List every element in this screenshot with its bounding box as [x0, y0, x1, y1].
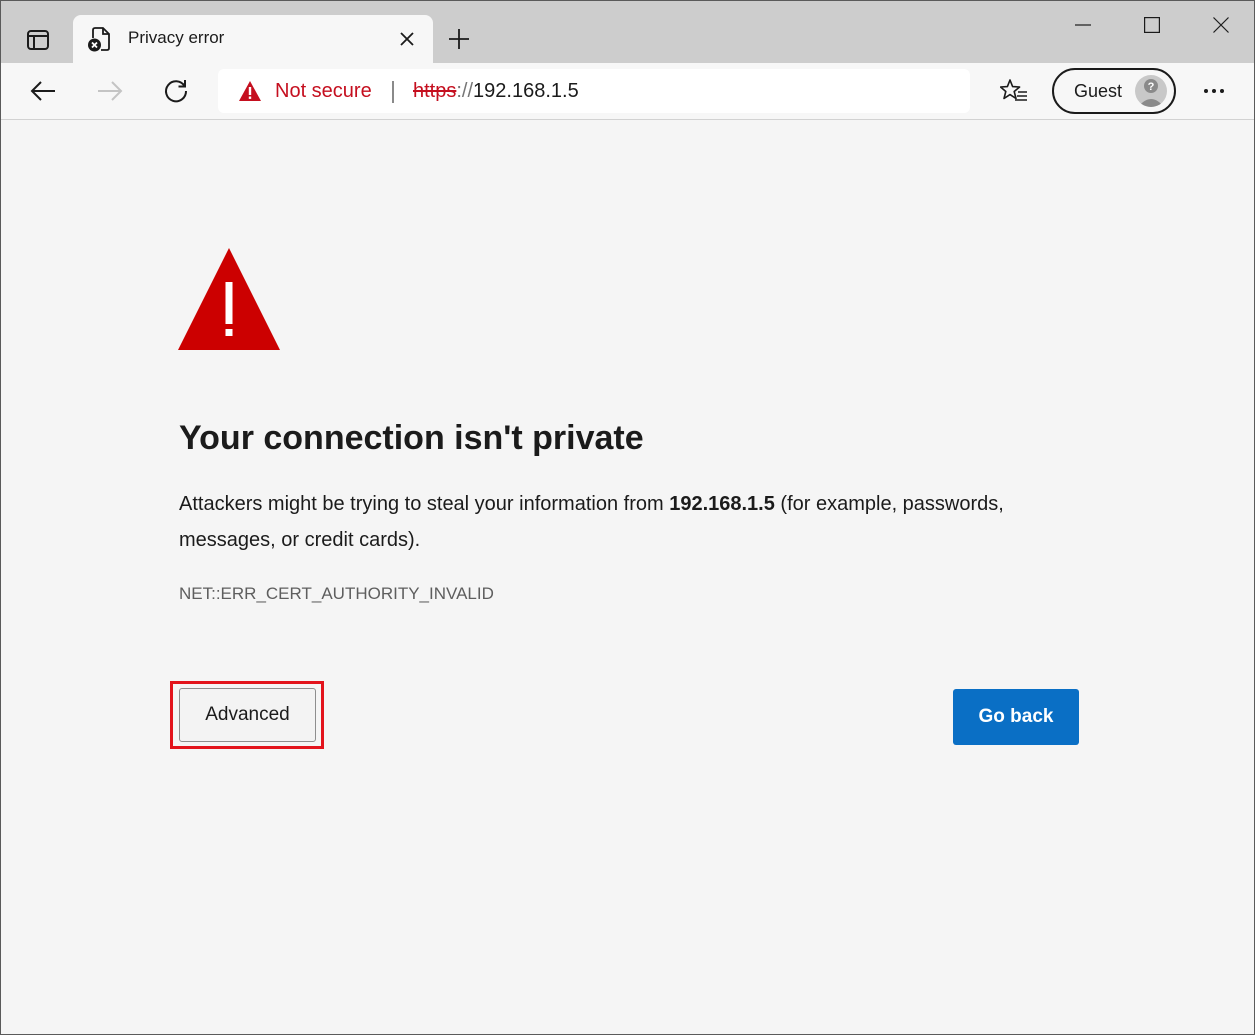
svg-text:?: ?	[1148, 81, 1155, 93]
maximize-icon	[1144, 17, 1160, 33]
description-text-start: Attackers might be trying to steal your …	[179, 493, 670, 515]
browser-toolbar: Not secure https://192.168.1.5 Guest ?	[1, 63, 1254, 120]
ellipsis-icon	[1204, 89, 1224, 93]
not-secure-label[interactable]: Not secure	[275, 80, 372, 103]
new-tab-button[interactable]	[443, 23, 475, 55]
tab-close-button[interactable]	[395, 27, 419, 51]
maximize-button[interactable]	[1129, 5, 1175, 45]
minimize-icon	[1075, 24, 1091, 26]
back-button[interactable]	[23, 71, 63, 111]
refresh-button[interactable]	[156, 71, 196, 111]
address-separator	[392, 81, 394, 103]
error-code: NET::ERR_CERT_AUTHORITY_INVALID	[179, 584, 494, 603]
tab-strip: Privacy error	[1, 1, 1254, 63]
url-separator: ://	[456, 80, 474, 102]
arrow-right-icon	[98, 81, 123, 101]
go-back-button[interactable]: Go back	[953, 689, 1079, 745]
settings-more-button[interactable]	[1194, 71, 1234, 111]
avatar: ?	[1135, 75, 1167, 107]
guest-avatar-icon: ?	[1138, 79, 1164, 107]
arrow-left-icon	[30, 81, 55, 101]
refresh-icon	[165, 80, 188, 103]
tab-actions-icon	[27, 30, 49, 50]
url-host: 192.168.1.5	[473, 80, 579, 102]
close-icon	[400, 32, 414, 46]
url-text[interactable]: https://192.168.1.5	[413, 80, 579, 103]
close-window-button[interactable]	[1198, 5, 1244, 45]
error-document-icon	[88, 27, 110, 52]
tab-actions-button[interactable]	[21, 23, 55, 57]
favorites-button[interactable]	[994, 71, 1034, 111]
browser-window: Privacy error Not secure https://192.168…	[0, 0, 1255, 1035]
tab-privacy-error[interactable]: Privacy error	[73, 15, 433, 63]
advanced-button[interactable]: Advanced	[179, 688, 316, 742]
minimize-button[interactable]	[1060, 5, 1106, 45]
large-warning-icon	[178, 248, 280, 350]
tab-title: Privacy error	[128, 28, 225, 47]
plus-icon	[449, 29, 469, 49]
profile-button[interactable]: Guest ?	[1052, 68, 1176, 114]
page-content: Your connection isn't private Attackers …	[1, 120, 1254, 1034]
page-title: Your connection isn't private	[179, 419, 644, 457]
forward-button[interactable]	[90, 71, 130, 111]
warning-icon	[239, 81, 261, 101]
close-icon	[1213, 17, 1229, 33]
url-scheme: https	[413, 80, 457, 102]
error-description: Attackers might be trying to steal your …	[179, 486, 1079, 558]
description-host: 192.168.1.5	[669, 493, 775, 515]
profile-label: Guest	[1074, 81, 1123, 101]
favorites-star-icon	[1000, 79, 1027, 101]
address-bar[interactable]: Not secure https://192.168.1.5	[218, 69, 970, 113]
